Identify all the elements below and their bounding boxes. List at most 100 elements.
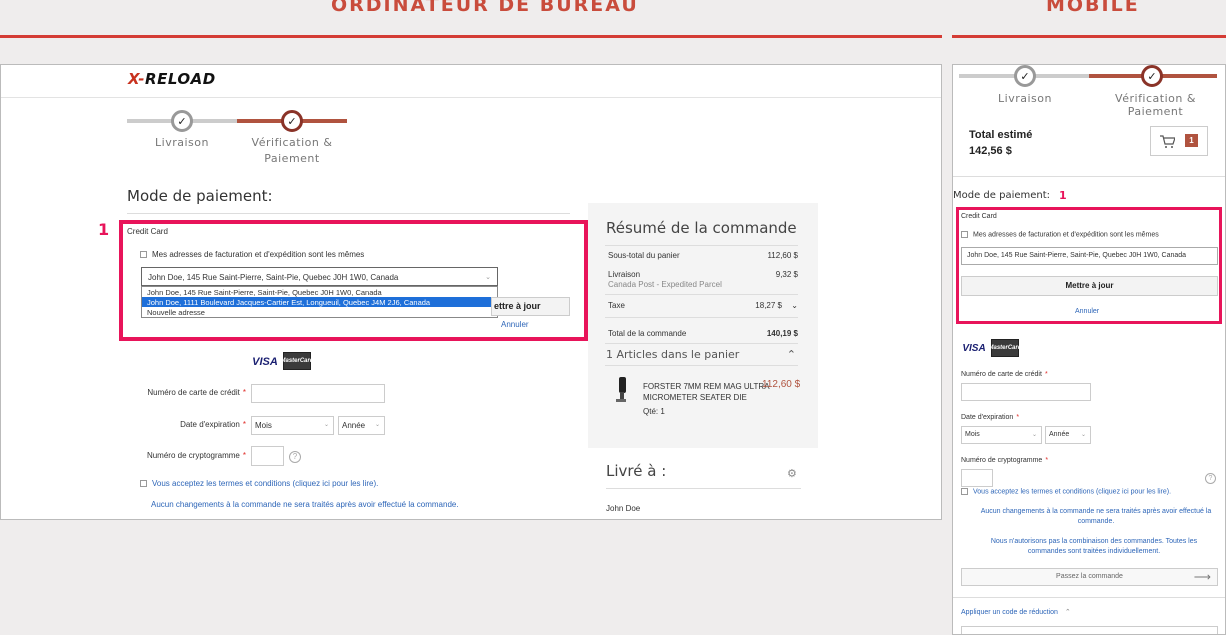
chevron-down-icon: ⌄ <box>1031 432 1037 438</box>
desktop-screenshot: X-RELOAD ✓ ✓ Livraison Vérification & Pai… <box>0 64 942 520</box>
step-shipping-check-icon: ✓ <box>171 110 193 132</box>
step-payment-label: Vérification & Paiement <box>251 136 333 165</box>
site-header: X-RELOAD <box>1 65 941 98</box>
desktop-rule <box>0 35 942 38</box>
site-logo[interactable]: X-RELOAD <box>128 70 216 88</box>
product-image <box>610 375 634 405</box>
divider <box>127 213 570 214</box>
mobile-screenshot: ✓ ✓ Livraison Vérification & Paiement To… <box>952 64 1226 635</box>
divider <box>606 488 801 489</box>
items-toggle[interactable]: 1 Articles dans le panier ⌃ <box>606 348 796 361</box>
same-address-row[interactable]: Mes adresses de facturation et d'expédit… <box>140 250 364 259</box>
card-number-input[interactable] <box>961 383 1091 401</box>
expiry-label: Date d'expiration * <box>961 414 1020 421</box>
no-changes-note: Aucun changements à la commande ne sera … <box>980 508 1212 525</box>
mastercard-logo: MasterCard <box>281 352 314 370</box>
discount-input[interactable] <box>961 626 1218 634</box>
payment-method-label: Credit Card <box>961 213 997 220</box>
chevron-down-icon: ⌄ <box>485 274 491 281</box>
order-summary: Résumé de la commande Sous-total du pani… <box>588 203 818 448</box>
address-option-new[interactable]: Nouvelle adresse <box>142 307 497 317</box>
step-shipping-check-icon: ✓ <box>1014 65 1036 87</box>
shipping-method: Canada Post - Expedited Parcel <box>608 280 722 289</box>
no-changes-note: Aucun changements à la commande ne sera … <box>151 500 459 509</box>
tax-row[interactable]: Taxe 18,27 $ ⌄ <box>608 301 798 310</box>
step-payment-check-icon: ✓ <box>1141 65 1163 87</box>
product-price: 112,60 $ <box>762 379 801 390</box>
chevron-up-icon[interactable]: ⌃ <box>787 348 796 361</box>
estimated-total: Total estimé 142,56 $ <box>969 129 1033 157</box>
expiry-year-select[interactable]: Année ⌄ <box>1045 426 1091 444</box>
chevron-down-icon: ⌄ <box>1080 432 1086 438</box>
cvv-label: Numéro de cryptogramme * <box>146 451 246 460</box>
billing-address-select[interactable]: John Doe, 145 Rue Saint-Pierre, Saint-Pi… <box>141 267 498 286</box>
desktop-heading: ORDINATEUR DE BUREAU <box>331 0 639 16</box>
expiry-year-select[interactable]: Année ⌄ <box>338 416 385 435</box>
step-payment-label: Vérification & Paiement <box>1115 92 1196 118</box>
same-address-checkbox[interactable] <box>140 251 147 259</box>
address-dropdown[interactable]: John Doe, 145 Rue Saint-Pierre, Saint-Pi… <box>141 286 498 318</box>
terms-checkbox[interactable] <box>140 480 147 488</box>
billing-address-select[interactable]: John Doe, 145 Rue Saint-Pierre, Saint-Pi… <box>961 247 1218 265</box>
terms-checkbox[interactable] <box>961 488 968 495</box>
total-row: Total de la commande 140,19 $ <box>608 329 798 338</box>
chevron-down-icon: ⌄ <box>374 422 380 428</box>
terms-row[interactable]: Vous acceptez les termes et conditions (… <box>140 479 378 488</box>
highlight-box <box>956 207 1222 324</box>
expiry-month-select[interactable]: Mois ⌄ <box>961 426 1042 444</box>
ship-to-name: John Doe <box>606 504 641 513</box>
payment-method-label: Credit Card <box>127 227 168 236</box>
payment-method-title: Mode de paiement: <box>953 190 1051 201</box>
cvv-label: Numéro de cryptogramme * <box>961 457 1049 464</box>
divider <box>605 294 798 295</box>
divider <box>605 343 798 344</box>
payment-method-title: Mode de paiement: <box>127 187 273 205</box>
place-order-button[interactable]: Passez la commande ⟶ <box>961 568 1218 586</box>
annotation-marker: 1 <box>98 220 110 239</box>
product-name: FORSTER 7MM REM MAG ULTRA MICROMETER SEAT… <box>643 382 770 402</box>
divider <box>953 176 1225 177</box>
chevron-up-icon: ⌃ <box>1064 609 1071 616</box>
cart-button[interactable]: 1 <box>1150 126 1208 156</box>
expiry-month-select[interactable]: Mois ⌄ <box>251 416 334 435</box>
mastercard-logo: MasterCard <box>989 339 1022 357</box>
mobile-rule <box>952 35 1226 38</box>
address-option-selected[interactable]: John Doe, 1111 Boulevard Jacques-Cartier… <box>142 297 497 307</box>
same-address-checkbox[interactable] <box>961 231 968 238</box>
step-shipping-label[interactable]: Livraison <box>142 136 222 149</box>
card-number-label: Numéro de carte de crédit * <box>147 388 246 397</box>
update-button[interactable]: Mettre à jour <box>961 276 1218 296</box>
card-number-label: Numéro de carte de crédit * <box>961 371 1048 378</box>
update-button[interactable]: ettre à jour <box>491 297 570 316</box>
cancel-link[interactable]: Annuler <box>1075 308 1099 315</box>
cart-icon <box>1160 135 1175 148</box>
divider <box>953 597 1225 598</box>
visa-logo: VISA <box>961 340 987 357</box>
help-icon[interactable]: ? <box>289 451 301 463</box>
discount-toggle[interactable]: Appliquer un code de réduction ⌃ <box>961 608 1071 616</box>
shipping-row: Livraison 9,32 $ <box>608 270 798 279</box>
mobile-heading: MOBILE <box>1046 0 1140 16</box>
cart-count-badge: 1 <box>1185 134 1198 147</box>
visa-logo: VISA <box>251 353 279 370</box>
summary-title: Résumé de la commande <box>606 219 797 237</box>
chevron-down-icon[interactable]: ⌄ <box>791 301 798 310</box>
card-number-input[interactable] <box>251 384 385 403</box>
cvv-input[interactable] <box>961 469 993 487</box>
product-qty: Qté: 1 <box>643 407 665 416</box>
step-payment-check-icon: ✓ <box>281 110 303 132</box>
address-option[interactable]: John Doe, 145 Rue Saint-Pierre, Saint-Pi… <box>142 287 497 297</box>
cvv-input[interactable] <box>251 446 284 466</box>
subtotal-row: Sous-total du panier 112,60 $ <box>608 251 798 260</box>
divider <box>605 365 798 366</box>
terms-row[interactable]: Vous acceptez les termes et conditions (… <box>961 488 1171 495</box>
divider <box>605 245 798 246</box>
gear-icon[interactable]: ⚙ <box>787 467 797 480</box>
same-address-row[interactable]: Mes adresses de facturation et d'expédit… <box>961 231 1159 238</box>
divider <box>605 317 798 318</box>
cancel-link[interactable]: Annuler <box>501 320 529 329</box>
help-icon[interactable]: ? <box>1205 473 1216 484</box>
ship-to-title: Livré à : <box>606 462 667 480</box>
chevron-down-icon: ⌄ <box>323 422 329 428</box>
step-shipping-label[interactable]: Livraison <box>985 92 1065 105</box>
